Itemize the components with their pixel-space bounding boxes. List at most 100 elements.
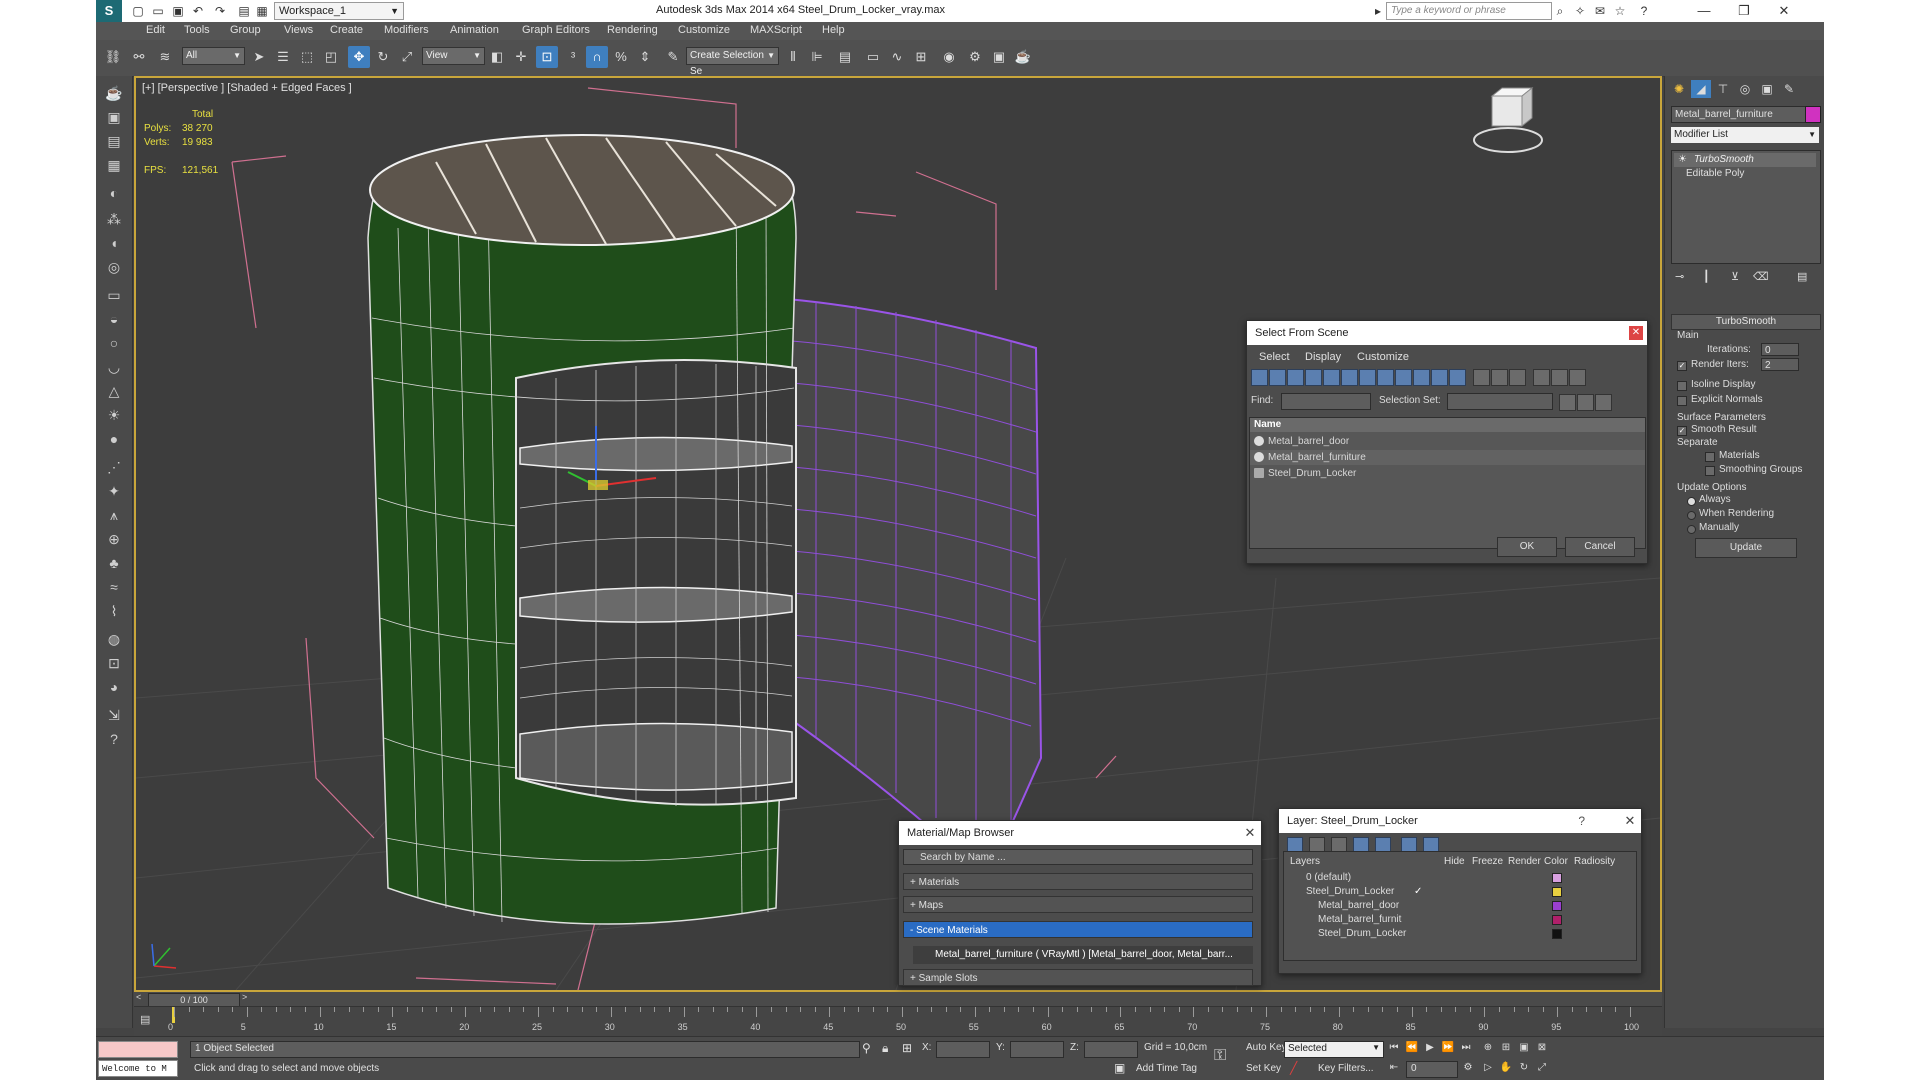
lightbulb-icon[interactable]: ☀: [1678, 153, 1687, 167]
mini-curve-editor-icon[interactable]: ▤: [140, 1013, 150, 1026]
table-row[interactable]: Metal_barrel_door: [1284, 898, 1636, 913]
sfs-column-name[interactable]: Name: [1250, 418, 1645, 432]
display-lights-icon[interactable]: [1287, 369, 1304, 386]
ts-explicit-normals-checkbox[interactable]: [1677, 396, 1687, 406]
turbosmooth-rollout-header[interactable]: TurboSmooth: [1671, 314, 1821, 330]
zoom-all-icon[interactable]: ⊞: [1498, 1041, 1514, 1055]
trackbar[interactable]: ▤ 0 5 10 15 20 25 30 35 40 45 50 55 60 65 70 75 80 85 90 95…: [134, 1006, 1662, 1037]
select-invert-icon[interactable]: [1509, 369, 1526, 386]
modifier-stack[interactable]: ☀ TurboSmooth Editable Poly: [1671, 150, 1821, 264]
cone-icon[interactable]: △: [103, 380, 125, 402]
rendered-frame-window-icon[interactable]: ▣: [988, 46, 1010, 68]
curve-editor-icon[interactable]: ∿: [886, 46, 908, 68]
zoom-icon[interactable]: ⊕: [1480, 1041, 1496, 1055]
zoom-extents-icon[interactable]: ▣: [1516, 1041, 1532, 1055]
auto-key-button[interactable]: Auto Key: [1246, 1042, 1287, 1053]
table-row[interactable]: Steel_Drum_Locker: [1284, 926, 1636, 941]
ts-smooth-result-checkbox[interactable]: ✓: [1677, 426, 1687, 436]
paint-icon[interactable]: ✦: [103, 480, 125, 502]
make-unique-icon[interactable]: ⊻: [1731, 270, 1739, 283]
mirror-icon[interactable]: ⫴: [782, 46, 804, 68]
display-frozen-icon[interactable]: [1431, 369, 1448, 386]
new-file-icon[interactable]: ▢: [130, 3, 146, 19]
close-icon[interactable]: ✕: [1629, 326, 1643, 340]
sfs-object-list[interactable]: Name Metal_barrel_door Metal_barrel_furn…: [1249, 417, 1646, 549]
manipulate-icon[interactable]: ✛: [510, 46, 532, 68]
layer-color-swatch[interactable]: [1552, 929, 1562, 939]
camera-film-icon[interactable]: ◎: [103, 256, 125, 278]
ts-manually-radio[interactable]: [1687, 525, 1696, 534]
display-xrefs-icon[interactable]: [1377, 369, 1394, 386]
pin-stack-icon[interactable]: ⊸: [1675, 270, 1684, 283]
speaker-icon[interactable]: ◖: [103, 232, 125, 254]
group-scene-materials[interactable]: - Scene Materials: [903, 921, 1253, 938]
grid-panel-icon[interactable]: ▦: [103, 154, 125, 176]
menu-modifiers[interactable]: Modifiers: [384, 24, 429, 36]
hierarchy-tab-icon[interactable]: ⊤: [1713, 80, 1733, 98]
light-bulb-icon[interactable]: ◐: [103, 182, 125, 204]
select-and-rotate-icon[interactable]: ↻: [372, 46, 394, 68]
list-item[interactable]: Metal_barrel_furniture: [1250, 450, 1645, 465]
display-spacewarps-icon[interactable]: [1341, 369, 1358, 386]
col-layers[interactable]: Layers: [1290, 856, 1320, 867]
display-groups-icon[interactable]: [1359, 369, 1376, 386]
close-icon[interactable]: ✕: [1243, 826, 1257, 840]
sfs-selection-set-dropdown[interactable]: [1447, 393, 1553, 410]
maximize-button[interactable]: ❐: [1724, 0, 1764, 22]
object-name-field[interactable]: Metal_barrel_furniture: [1671, 106, 1806, 123]
bind-space-warp-icon[interactable]: ≋: [154, 46, 176, 68]
unlink-icon[interactable]: ⚯: [128, 46, 150, 68]
viewport-label[interactable]: [+] [Perspective ] [Shaded + Edged Faces…: [142, 82, 352, 94]
time-configuration-icon[interactable]: ⚙: [1460, 1061, 1476, 1075]
favorites-star-icon[interactable]: ☆: [1612, 3, 1628, 19]
previous-frame-icon[interactable]: ⏪: [1404, 1041, 1420, 1055]
schematic-view-icon[interactable]: ⊞: [910, 46, 932, 68]
menu-edit[interactable]: Edit: [146, 24, 165, 36]
key-tangent-icon[interactable]: ╱: [1290, 1061, 1297, 1075]
ts-materials-checkbox[interactable]: [1705, 452, 1715, 462]
ball-icon[interactable]: ◍: [103, 628, 125, 650]
align-icon[interactable]: ⊫: [806, 46, 828, 68]
layer-filter-icon[interactable]: [1569, 369, 1586, 386]
time-prev-icon[interactable]: <: [136, 992, 141, 1002]
configure-sets-icon[interactable]: ▤: [1797, 270, 1807, 283]
sfs-tab-display[interactable]: Display: [1305, 351, 1341, 363]
render-production-icon[interactable]: ☕: [1012, 46, 1034, 68]
menu-rendering[interactable]: Rendering: [607, 24, 658, 36]
project-folder-icon[interactable]: ▦: [254, 3, 270, 19]
display-containers-icon[interactable]: [1413, 369, 1430, 386]
snaps-toggle-icon[interactable]: ³: [562, 46, 584, 68]
app-logo-icon[interactable]: S: [96, 0, 122, 22]
display-shapes-icon[interactable]: [1269, 369, 1286, 386]
absolute-mode-icon[interactable]: ⊞: [902, 1041, 912, 1055]
utilities-tab-icon[interactable]: ✎: [1779, 80, 1799, 98]
display-tab-icon[interactable]: ▣: [1757, 80, 1777, 98]
mesh-icon[interactable]: ⋰: [103, 456, 125, 478]
sfs-set-remove-icon[interactable]: [1577, 394, 1594, 411]
list-item[interactable]: Metal_barrel_door: [1250, 434, 1645, 449]
particles-icon[interactable]: ⁂: [103, 208, 125, 230]
col-radiosity[interactable]: Radiosity: [1574, 856, 1615, 867]
stack-item-turbosmooth[interactable]: ☀ TurboSmooth: [1674, 153, 1816, 167]
add-time-tag-button[interactable]: Add Time Tag: [1136, 1063, 1197, 1074]
window-crossing-icon[interactable]: ◰: [320, 46, 342, 68]
spinner-snap-icon[interactable]: ⇕: [634, 46, 656, 68]
pan-icon[interactable]: ⇲: [103, 704, 125, 726]
bowl-icon[interactable]: ◡: [103, 356, 125, 378]
zoom-region-icon[interactable]: ⊡: [103, 652, 125, 674]
layer-manager-icon[interactable]: ▤: [834, 46, 856, 68]
cancel-button[interactable]: Cancel: [1565, 537, 1635, 557]
group-sample-slots[interactable]: + Sample Slots: [903, 969, 1253, 986]
viewport-image-icon[interactable]: ▣: [103, 106, 125, 128]
set-key-icon[interactable]: ⚿: [1214, 1047, 1226, 1065]
help-circle-icon[interactable]: ?: [103, 728, 125, 750]
ok-button[interactable]: OK: [1497, 537, 1557, 557]
help-search-input[interactable]: Type a keyword or phrase: [1386, 2, 1552, 20]
open-file-icon[interactable]: ▭: [150, 3, 166, 19]
ts-isoline-checkbox[interactable]: [1677, 381, 1687, 391]
select-and-move-icon[interactable]: ✥: [348, 46, 370, 68]
show-end-result-icon[interactable]: ┃: [1703, 270, 1710, 283]
pivot-center-icon[interactable]: ◧: [486, 46, 508, 68]
sfs-tab-select[interactable]: Select: [1259, 351, 1290, 363]
selection-filter-dropdown[interactable]: All ▼: [182, 47, 245, 65]
